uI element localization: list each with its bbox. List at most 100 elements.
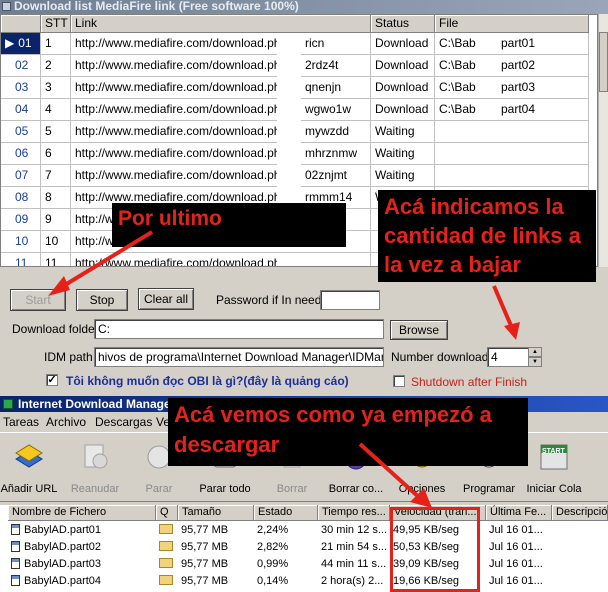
scrollbar-thumb[interactable] — [599, 32, 608, 92]
redaction-mask — [277, 77, 301, 99]
last-date: Jul 16 01... — [486, 556, 552, 573]
number-download-spinner[interactable]: ▲ ▼ — [528, 347, 542, 367]
row-link-text: http://www.mediafire.com/download.php? — [75, 168, 294, 182]
row-file — [435, 143, 589, 165]
time-left: 30 min 12 s... — [318, 522, 390, 539]
password-input[interactable] — [320, 290, 380, 310]
row-link-text: http://www.mediafire.com/download.php? — [75, 124, 294, 138]
row-stt-text: 2 — [45, 58, 52, 72]
idm-download-list[interactable]: Nombre de Fichero Q Tamaño Estado Tiempo… — [0, 505, 608, 592]
row-status-text: Download — [375, 102, 429, 116]
grid-row[interactable]: 07 7 http://www.mediafire.com/download.php… — [1, 165, 597, 187]
row-link-text: http://www.mediafire.com/download.php? — [75, 80, 294, 94]
file-icon — [11, 558, 20, 569]
last-date-text: Jul 16 01... — [489, 575, 543, 587]
column-header-link[interactable]: Link — [71, 15, 371, 33]
file-name-text: BabylAD.part04 — [24, 575, 102, 587]
queue-cell — [156, 573, 178, 590]
row-number: 10 — [1, 231, 41, 253]
column-header-filename[interactable]: Nombre de Fichero — [8, 505, 156, 521]
row-number-text: 05 — [15, 124, 29, 138]
shutdown-checkbox[interactable] — [393, 375, 405, 387]
column-header-description[interactable]: Descripció — [552, 505, 608, 521]
row-file-text: C:\Bab — [439, 80, 476, 94]
column-header-queue[interactable]: Q — [156, 505, 178, 521]
grid-row[interactable]: 02 2 http://www.mediafire.com/download.php… — [1, 55, 597, 77]
file-size: 95,77 MB — [178, 539, 254, 556]
column-header-status[interactable]: Estado — [254, 505, 318, 521]
idm-path-input[interactable]: hivos de programa\Internet Download Mana… — [94, 347, 384, 367]
idm-path-label: IDM path — [44, 350, 93, 364]
stop-all-label: Parar todo — [199, 483, 251, 495]
last-date-text: Jul 16 01... — [489, 541, 543, 553]
row-link-text: http://www.mediafire.com/download.php? — [75, 146, 294, 160]
row-stt-text: 1 — [45, 36, 52, 50]
number-download-input[interactable]: 4 — [487, 347, 529, 367]
menu-tareas[interactable]: Tareas — [3, 415, 39, 429]
row-number-text: 03 — [15, 80, 29, 94]
password-label: Password if In need — [216, 293, 322, 307]
row-stt: 2 — [41, 55, 71, 77]
row-status: Waiting — [371, 143, 435, 165]
annotation-descargar: Acá vemos como ya empezó a descargar — [168, 398, 528, 466]
grid-scrollbar[interactable] — [598, 14, 608, 267]
row-file-part: part03 — [501, 80, 536, 94]
grid-row[interactable]: 04 4 http://www.mediafire.com/download.php… — [1, 99, 597, 121]
ad-link[interactable]: Tôi không muốn đọc OBI là gì?(đây là quả… — [66, 374, 349, 388]
file-name-text: BabylAD.part03 — [24, 558, 102, 570]
last-date: Jul 16 01... — [486, 522, 552, 539]
grid-row[interactable]: 05 5 http://www.mediafire.com/download.php… — [1, 121, 597, 143]
row-stt: 8 — [41, 187, 71, 209]
row-stt: 4 — [41, 99, 71, 121]
start-badge: START — [542, 448, 565, 455]
grid-row[interactable]: 06 6 http://www.mediafire.com/download.php… — [1, 143, 597, 165]
menu-archivo[interactable]: Archivo — [46, 415, 86, 429]
blank-spacer — [440, 32, 492, 62]
queue-cell — [156, 556, 178, 573]
column-header-status[interactable]: Status — [371, 15, 435, 33]
add-url-button[interactable]: Añadir URL — [1, 437, 57, 497]
queue-folder-icon — [159, 558, 173, 568]
ad-checkbox[interactable]: ✓ — [46, 374, 58, 386]
row-number: 04 — [1, 99, 41, 121]
file-status: 2,24% — [254, 522, 318, 539]
row-link-id: wgwo1w — [305, 102, 352, 116]
redaction-mask — [277, 143, 301, 165]
row-link-text: http://www.mediafire.com/download.php? — [75, 36, 294, 50]
idm-title: Internet Download Manage — [18, 397, 171, 411]
grid-row[interactable]: ▶ 01 1 http://www.mediafire.com/download.ph… — [1, 33, 597, 55]
file-size-text: 95,77 MB — [181, 524, 229, 536]
row-file-text: C:\Bab — [439, 102, 476, 116]
file-name: BabylAD.part02 — [8, 539, 156, 556]
download-folder-input[interactable]: C: — [94, 319, 384, 339]
start-queue-button[interactable]: START Iniciar Cola — [526, 437, 582, 497]
row-number-text: 11 — [15, 256, 28, 267]
column-header-stt[interactable]: STT — [41, 15, 71, 33]
row-stt: 7 — [41, 165, 71, 187]
row-stt: 6 — [41, 143, 71, 165]
row-file-part: part04 — [501, 102, 536, 116]
file-size-text: 95,77 MB — [181, 575, 229, 587]
spin-up-icon[interactable]: ▲ — [528, 347, 542, 357]
row-number-text: 10 — [15, 234, 29, 248]
add-url-label: Añadir URL — [0, 483, 58, 495]
speed-highlight-box — [390, 507, 480, 592]
row-link-id: 2rdz4t — [305, 58, 339, 72]
column-header-date[interactable]: Última Fe... — [486, 505, 552, 521]
spin-down-icon[interactable]: ▼ — [528, 357, 542, 367]
queue-cell — [156, 522, 178, 539]
row-link-id: mywzdd — [305, 124, 350, 138]
annotation-cantidad: Acá indicamos la cantidad de links a la … — [378, 190, 596, 282]
queue-folder-icon — [159, 575, 173, 585]
shutdown-label: Shutdown after Finish — [411, 375, 528, 389]
row-number: 03 — [1, 77, 41, 99]
column-header-size[interactable]: Tamaño — [178, 505, 254, 521]
menu-descargas[interactable]: Descargas — [95, 415, 152, 429]
resume-button[interactable]: Reanudar — [71, 437, 119, 497]
browse-button[interactable]: Browse — [390, 320, 448, 340]
start-queue-icon — [540, 444, 568, 470]
file-status-text: 0,99% — [257, 558, 289, 570]
row-number: 11 — [1, 253, 41, 267]
column-header-file[interactable]: File — [435, 15, 589, 33]
grid-row[interactable]: 03 3 http://www.mediafire.com/download.php… — [1, 77, 597, 99]
